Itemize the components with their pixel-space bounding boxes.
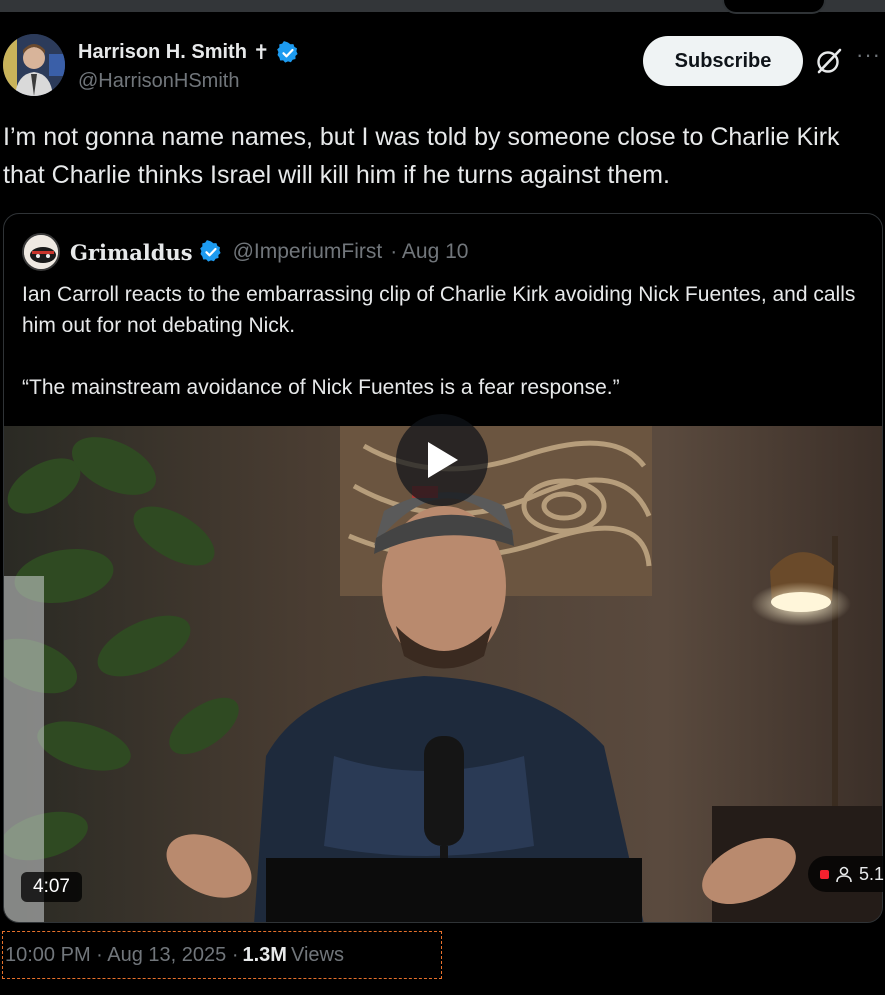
grok-icon[interactable] xyxy=(814,46,844,76)
tweet-metadata[interactable]: 10:00 PM · Aug 13, 2025 · 1.3M Views xyxy=(2,931,442,979)
verified-badge-icon xyxy=(276,40,298,63)
author-handle[interactable]: @HarrisonHSmith xyxy=(78,70,239,93)
play-button[interactable] xyxy=(396,414,488,506)
quote-author-avatar[interactable] xyxy=(22,233,60,271)
top-pill xyxy=(722,0,826,14)
quote-author-name[interactable]: Grimaldus xyxy=(70,240,193,265)
quoted-tweet[interactable]: Grimaldus @ImperiumFirst · Aug 10 Ian Ca… xyxy=(3,213,883,923)
quote-verified-badge-icon xyxy=(199,240,221,262)
video-duration: 4:07 xyxy=(21,872,82,902)
author-avatar[interactable] xyxy=(3,34,65,96)
cross-icon: ✝ xyxy=(252,42,270,64)
quote-author-handle[interactable]: @ImperiumFirst xyxy=(233,240,383,264)
live-dot-icon xyxy=(820,869,829,879)
tweet-timestamp[interactable]: 10:00 PM · Aug 13, 2025 · xyxy=(5,944,239,967)
quote-date[interactable]: · Aug 10 xyxy=(390,240,468,264)
tweet-header: Harrison H. Smith ✝ @HarrisonHSmith Subs… xyxy=(0,34,885,100)
tweet-text: I’m not gonna name names, but I was told… xyxy=(3,123,840,189)
top-bar xyxy=(0,0,885,14)
live-viewer-count: 5.1 xyxy=(859,863,885,884)
subscribe-button[interactable]: Subscribe xyxy=(643,36,803,86)
more-options-icon[interactable]: ··· xyxy=(856,42,885,72)
quote-text: Ian Carroll reacts to the embarrassing c… xyxy=(22,283,856,399)
person-icon xyxy=(836,866,852,883)
author-name[interactable]: Harrison H. Smith xyxy=(78,41,247,64)
views-label: Views xyxy=(290,943,344,966)
views-count: 1.3M xyxy=(242,943,287,966)
live-viewers-badge: 5.1 xyxy=(808,856,885,892)
play-icon xyxy=(428,442,458,478)
